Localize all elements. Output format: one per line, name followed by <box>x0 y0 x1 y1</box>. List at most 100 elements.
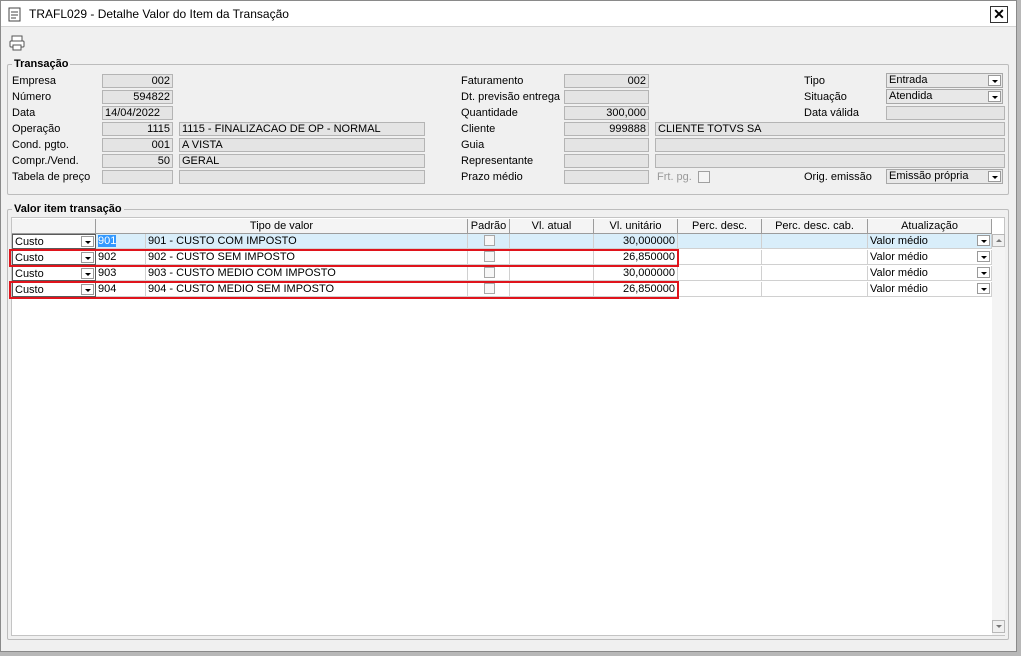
row-atualizacao-select[interactable]: Valor médio <box>868 250 992 265</box>
col-header-atualizacao[interactable]: Atualização <box>868 219 992 234</box>
frt-pg-checkbox[interactable] <box>698 171 710 183</box>
row-perc-desc-cab-cell[interactable] <box>762 250 868 265</box>
data-valida-label: Data válida <box>804 107 860 119</box>
row-vl-atual-cell[interactable] <box>510 282 594 297</box>
col-header-perc-desc[interactable]: Perc. desc. <box>678 219 762 234</box>
row-code-cell[interactable]: 904 <box>96 282 146 297</box>
dt-previsao-field[interactable] <box>564 90 649 104</box>
row-perc-desc-cab-cell[interactable] <box>762 282 868 297</box>
operacao-desc-field: 1115 - FINALIZACAO DE OP - NORMAL <box>179 122 425 136</box>
tipo-select[interactable]: Entrada <box>886 73 1003 88</box>
col-header-vl-atual[interactable]: Vl. atual <box>510 219 594 234</box>
row-atualizacao-value: Valor médio <box>870 235 928 247</box>
situacao-value: Atendida <box>889 90 933 102</box>
orig-emissao-select[interactable]: Emissão própria <box>886 169 1003 184</box>
row-padrao-cell[interactable] <box>468 282 510 297</box>
prazo-medio-field[interactable] <box>564 170 649 184</box>
row-padrao-cell[interactable] <box>468 234 510 249</box>
row-tipo-value: Custo <box>15 236 44 248</box>
row-atualizacao-select[interactable]: Valor médio <box>868 234 992 249</box>
compr-vend-code-field[interactable]: 50 <box>102 154 173 168</box>
row-padrao-cell[interactable] <box>468 250 510 265</box>
operacao-code-field[interactable]: 1115 <box>102 122 173 136</box>
col-header-padrao[interactable]: Padrão <box>468 219 510 234</box>
row-perc-desc-cell[interactable] <box>678 266 762 281</box>
close-button[interactable]: ✕ <box>990 6 1008 23</box>
row-padrao-checkbox[interactable] <box>484 267 495 278</box>
numero-field[interactable]: 594822 <box>102 90 173 104</box>
compr-vend-desc-field: GERAL <box>179 154 425 168</box>
row-tipo-select[interactable]: Custo <box>12 266 96 281</box>
cond-pgto-label: Cond. pgto. <box>12 139 69 151</box>
tipo-label: Tipo <box>804 75 825 87</box>
numero-label: Número <box>12 91 52 103</box>
cond-pgto-code-field[interactable]: 001 <box>102 138 173 152</box>
row-padrao-checkbox[interactable] <box>484 283 495 294</box>
cliente-code-field[interactable]: 999888 <box>564 122 649 136</box>
chevron-down-icon <box>81 284 94 295</box>
row-tipo-select[interactable]: Custo <box>12 282 96 297</box>
orig-emissao-label: Orig. emissão <box>804 171 872 183</box>
row-padrao-checkbox[interactable] <box>484 235 495 246</box>
row-vl-unitario-cell[interactable]: 30,000000 <box>594 234 678 249</box>
row-desc-cell[interactable]: 901 - CUSTO COM IMPOSTO <box>146 234 468 249</box>
printer-icon <box>8 35 26 55</box>
row-perc-desc-cell[interactable] <box>678 282 762 297</box>
row-atualizacao-value: Valor médio <box>870 283 928 295</box>
col-header-vl-unitario[interactable]: Vl. unitário <box>594 219 678 234</box>
row-vl-unitario-cell[interactable]: 26,850000 <box>594 250 678 265</box>
representante-desc-field <box>655 154 1005 168</box>
row-padrao-cell[interactable] <box>468 266 510 281</box>
row-atualizacao-value: Valor médio <box>870 267 928 279</box>
row-vl-unitario-cell[interactable]: 30,000000 <box>594 266 678 281</box>
data-valida-field[interactable] <box>886 106 1005 120</box>
row-perc-desc-cell[interactable] <box>678 234 762 249</box>
cliente-desc-field: CLIENTE TOTVS SA <box>655 122 1005 136</box>
row-desc-cell[interactable]: 902 - CUSTO SEM IMPOSTO <box>146 250 468 265</box>
data-field[interactable]: 14/04/2022 <box>102 106 173 120</box>
tabela-preco-desc-field <box>179 170 425 184</box>
row-desc-cell[interactable]: 904 - CUSTO MEDIO SEM IMPOSTO <box>146 282 468 297</box>
empresa-field[interactable]: 002 <box>102 74 173 88</box>
operacao-label: Operação <box>12 123 61 135</box>
row-code-cell[interactable]: 901 <box>96 234 146 249</box>
orig-emissao-value: Emissão própria <box>889 170 969 182</box>
row-desc-cell[interactable]: 903 - CUSTO MEDIO COM IMPOSTO <box>146 266 468 281</box>
chevron-down-icon <box>977 283 990 294</box>
row-code-cell[interactable]: 902 <box>96 250 146 265</box>
tabela-preco-code-field[interactable] <box>102 170 173 184</box>
frt-pg-label: Frt. pg. <box>657 171 692 183</box>
scroll-up-icon[interactable] <box>992 234 1005 247</box>
cliente-label: Cliente <box>461 123 496 135</box>
row-vl-atual-cell[interactable] <box>510 266 594 281</box>
row-perc-desc-cell[interactable] <box>678 250 762 265</box>
col-header-perc-desc-cab[interactable]: Perc. desc. cab. <box>762 219 868 234</box>
chevron-down-icon <box>977 235 990 246</box>
row-padrao-checkbox[interactable] <box>484 251 495 262</box>
chevron-down-icon <box>81 268 94 279</box>
representante-code-field[interactable] <box>564 154 649 168</box>
row-tipo-select[interactable]: Custo <box>12 250 96 265</box>
row-code-cell[interactable]: 903 <box>96 266 146 281</box>
row-atualizacao-select[interactable]: Valor médio <box>868 266 992 281</box>
situacao-select[interactable]: Atendida <box>886 89 1003 104</box>
row-perc-desc-cab-cell[interactable] <box>762 234 868 249</box>
empresa-label: Empresa <box>12 75 57 87</box>
guia-code-field[interactable] <box>564 138 649 152</box>
vertical-scrollbar[interactable] <box>992 234 1005 635</box>
row-vl-atual-cell[interactable] <box>510 250 594 265</box>
col-header-tipo <box>12 219 96 234</box>
document-icon <box>8 7 21 25</box>
quantidade-field[interactable]: 300,000 <box>564 106 649 120</box>
faturamento-field[interactable]: 002 <box>564 74 649 88</box>
col-header-tipo-valor[interactable]: Tipo de valor <box>96 219 468 234</box>
chevron-down-icon <box>988 91 1001 102</box>
row-perc-desc-cab-cell[interactable] <box>762 266 868 281</box>
row-vl-atual-cell[interactable] <box>510 234 594 249</box>
row-atualizacao-select[interactable]: Valor médio <box>868 282 992 297</box>
valor-item-grid: Tipo de valor Padrão Vl. atual Vl. unitá… <box>9 217 1005 636</box>
print-button[interactable] <box>8 34 28 54</box>
row-vl-unitario-cell[interactable]: 26,850000 <box>594 282 678 297</box>
scroll-down-icon[interactable] <box>992 620 1005 633</box>
row-tipo-select[interactable]: Custo <box>12 234 96 249</box>
